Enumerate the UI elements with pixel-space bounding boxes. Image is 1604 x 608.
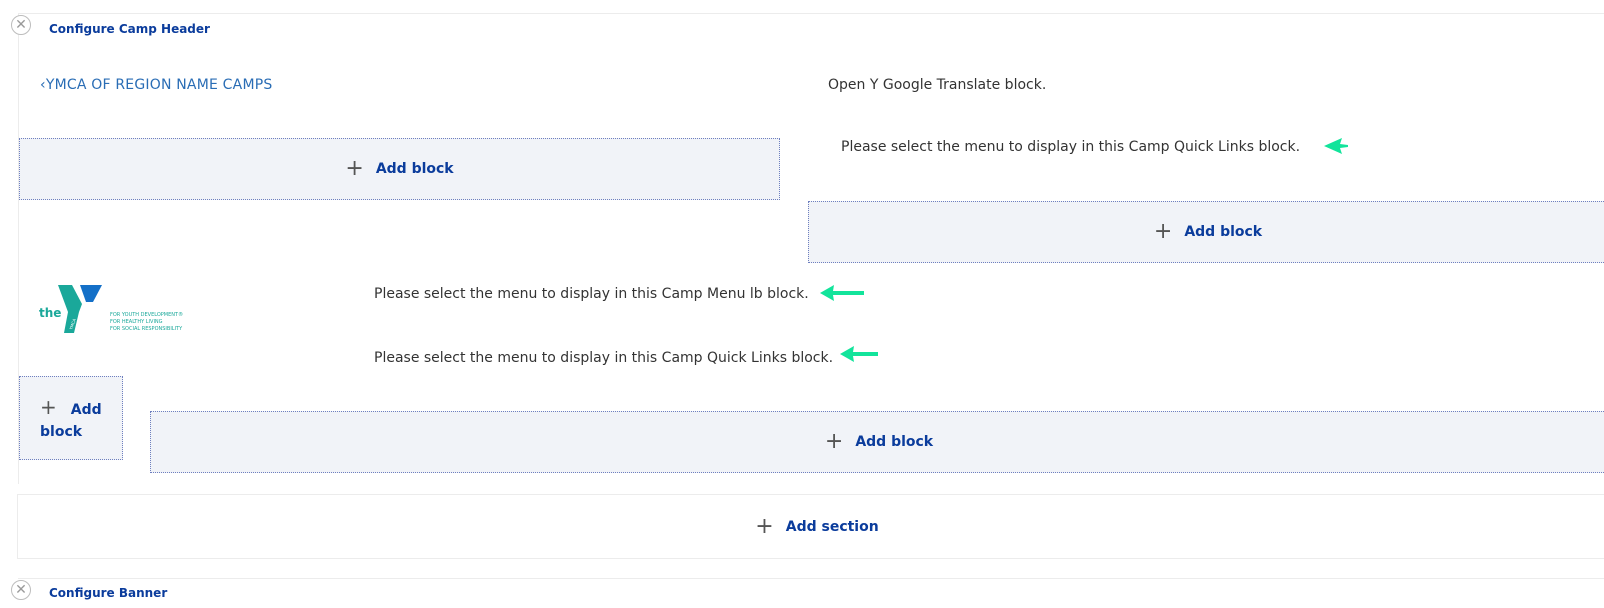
add-block-button-bottom[interactable]: + Add block <box>150 411 1604 473</box>
add-section-button[interactable]: + Add section <box>17 494 1604 559</box>
add-block-label: Add block <box>375 161 454 177</box>
close-section-icon[interactable]: ✕ <box>11 15 31 35</box>
svg-text:the: the <box>39 306 61 320</box>
configure-banner-link[interactable]: Configure Banner <box>49 586 167 600</box>
region-link-label: YMCA OF REGION NAME CAMPS <box>45 77 273 93</box>
region-home-link[interactable]: ‹YMCA OF REGION NAME CAMPS <box>40 77 272 93</box>
configure-camp-header-link[interactable]: Configure Camp Header <box>49 22 210 36</box>
add-block-label: Add block <box>1184 224 1263 240</box>
add-block-button-small[interactable]: + Add block <box>19 376 123 460</box>
add-block-label-word2: block <box>40 424 83 440</box>
ymca-logo: the YMCA FOR YOUTH DEVELOPMENT® FOR HEAL… <box>39 285 183 333</box>
quick-links-block-text-bottom: Please select the menu to display in thi… <box>374 350 834 366</box>
banner-section-border <box>18 578 1604 579</box>
camp-menu-block-text: Please select the menu to display in thi… <box>374 286 809 302</box>
add-block-label-word1: Add <box>70 402 102 418</box>
plus-icon: + <box>345 156 364 181</box>
svg-text:FOR SOCIAL RESPONSIBILITY: FOR SOCIAL RESPONSIBILITY <box>110 326 183 332</box>
pointer-arrow-icon <box>820 285 864 301</box>
add-block-button-left-top[interactable]: + Add block <box>19 138 780 200</box>
add-block-button-right[interactable]: + Add block <box>808 201 1604 263</box>
pointer-arrow-icon <box>840 346 878 362</box>
plus-icon: + <box>824 429 844 454</box>
google-translate-block-text: Open Y Google Translate block. <box>828 77 1047 93</box>
plus-icon: + <box>40 395 57 419</box>
close-section-icon[interactable]: ✕ <box>11 580 31 600</box>
add-block-label: Add block <box>855 434 934 450</box>
svg-text:FOR HEALTHY LIVING: FOR HEALTHY LIVING <box>110 319 163 325</box>
plus-icon: + <box>755 513 774 539</box>
svg-text:FOR YOUTH DEVELOPMENT®: FOR YOUTH DEVELOPMENT® <box>110 311 183 318</box>
pointer-arrow-icon <box>1324 138 1348 154</box>
add-section-label: Add section <box>785 518 879 535</box>
plus-icon: + <box>1153 219 1173 244</box>
quick-links-block-text-top: Please select the menu to display in thi… <box>841 139 1301 155</box>
